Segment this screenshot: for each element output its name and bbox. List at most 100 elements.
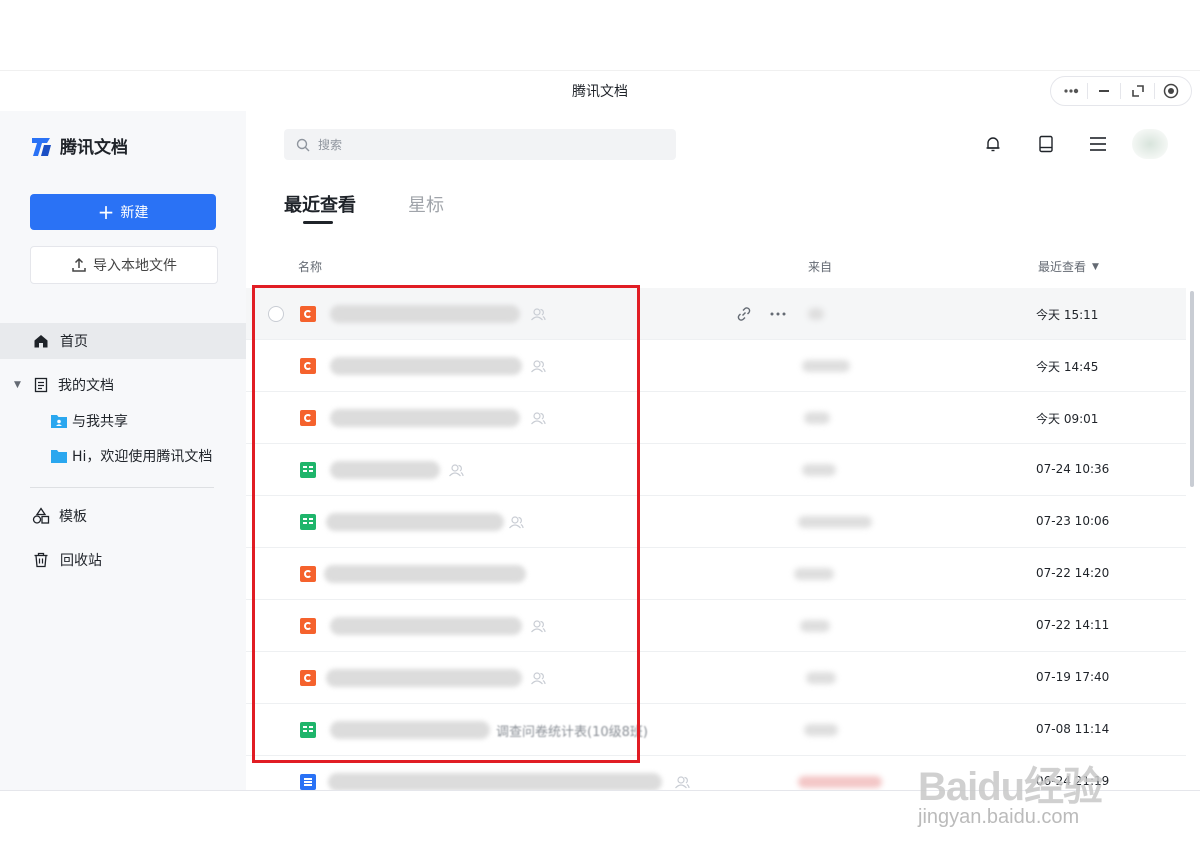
shared-users-icon (531, 412, 546, 425)
sidebar-item-label: 模板 (59, 509, 87, 525)
file-title-redacted[interactable] (326, 513, 504, 531)
file-title-redacted[interactable] (330, 721, 490, 739)
file-owner-redacted (798, 516, 872, 528)
sidebar-item-home[interactable]: 首页 (0, 323, 246, 359)
title-bar: 腾讯文档 (0, 71, 1200, 111)
file-owner-redacted (794, 568, 834, 580)
file-title-redacted[interactable] (324, 565, 526, 583)
sort-desc-icon[interactable]: ▼ (1092, 262, 1099, 272)
file-owner-redacted (798, 776, 882, 788)
column-header-from[interactable]: 来自 (808, 258, 832, 275)
home-icon (32, 332, 50, 350)
table-row[interactable]: 调查问卷统计表(10级8班) 07-08 11:14 (246, 704, 1186, 756)
table-row[interactable]: 今天 15:11 (246, 288, 1186, 340)
tablet-icon[interactable] (1035, 133, 1057, 155)
watermark-site: jingyan.baidu.com (918, 806, 1080, 828)
sheet-file-icon (300, 722, 316, 738)
sidebar-item-label: 与我共享 (72, 414, 128, 430)
tab-starred[interactable]: 星标 (408, 191, 444, 217)
logo[interactable]: 腾讯文档 (30, 133, 128, 158)
sidebar-item-templates[interactable]: 模板 (0, 498, 246, 534)
caret-down-icon[interactable]: ▼ (14, 380, 24, 390)
shared-folder-icon (50, 412, 68, 430)
tab-recent[interactable]: 最近查看 (284, 191, 356, 217)
doc-file-icon (300, 774, 316, 790)
file-owner-redacted (806, 672, 836, 684)
shared-users-icon (509, 516, 524, 529)
file-owner-redacted (804, 412, 830, 424)
sidebar-item-welcome-folder[interactable]: Hi，欢迎使用腾讯文档 (0, 438, 246, 474)
plus-icon: + (97, 200, 115, 224)
file-owner-redacted (808, 308, 824, 320)
slides-file-icon (300, 618, 316, 634)
control-separator (1120, 83, 1122, 99)
file-title-redacted[interactable] (330, 617, 522, 635)
control-separator (1087, 83, 1089, 99)
import-local-file-button[interactable]: 导入本地文件 (30, 246, 218, 284)
window-title: 腾讯文档 (572, 84, 628, 100)
shared-users-icon (531, 672, 546, 685)
file-title-redacted[interactable] (326, 669, 522, 687)
bottom-divider (0, 790, 1200, 791)
last-viewed-time: 07-23 10:06 (1036, 514, 1110, 528)
minimize-icon[interactable] (1092, 79, 1116, 103)
upload-icon (72, 257, 86, 272)
last-viewed-time: 07-08 11:14 (1036, 722, 1110, 736)
table-row[interactable]: 07-23 10:06 (246, 496, 1186, 548)
last-viewed-time: 06-24 21:19 (1036, 774, 1110, 788)
file-title-redacted[interactable] (330, 305, 520, 323)
search-input[interactable]: 搜索 (284, 129, 676, 160)
sidebar-divider (30, 487, 214, 488)
sheet-file-icon (300, 462, 316, 478)
sidebar-item-trash[interactable]: 回收站 (0, 542, 246, 578)
table-row[interactable]: 07-22 14:11 (246, 600, 1186, 652)
sidebar-item-shared-with-me[interactable]: 与我共享 (0, 403, 246, 439)
file-title-redacted[interactable] (328, 773, 662, 790)
link-icon[interactable] (735, 305, 753, 323)
column-header-name[interactable]: 名称 (298, 258, 322, 275)
trash-icon (32, 551, 50, 569)
more-options-icon[interactable] (1059, 79, 1083, 103)
file-title-redacted[interactable] (330, 357, 522, 375)
new-button-label: 新建 (120, 205, 149, 221)
shared-users-icon (531, 308, 546, 321)
table-row[interactable]: 06-24 21:19 (246, 756, 1186, 790)
close-target-icon[interactable] (1159, 79, 1183, 103)
active-tab-indicator (303, 221, 333, 224)
avatar[interactable] (1132, 129, 1168, 159)
file-owner-redacted (802, 360, 850, 372)
file-owner-redacted (802, 464, 836, 476)
window-controls (1050, 76, 1192, 106)
row-checkbox[interactable] (268, 306, 284, 322)
column-header-recent[interactable]: 最近查看 ▼ (1038, 258, 1099, 275)
column-header-recent-label: 最近查看 (1038, 260, 1087, 274)
restore-icon[interactable] (1126, 79, 1150, 103)
file-title-redacted[interactable] (330, 409, 520, 427)
tencent-docs-logo-icon (32, 137, 51, 156)
table-row[interactable]: 今天 09:01 (246, 392, 1186, 444)
last-viewed-time: 07-19 17:40 (1036, 670, 1110, 684)
template-icon (32, 507, 50, 525)
table-row[interactable]: 今天 14:45 (246, 340, 1186, 392)
sidebar-item-my-docs[interactable]: ▼ 我的文档 (0, 367, 246, 403)
last-viewed-time: 今天 09:01 (1036, 412, 1099, 426)
menu-icon[interactable] (1087, 133, 1109, 155)
new-button[interactable]: + 新建 (30, 194, 216, 230)
table-row[interactable]: 07-22 14:20 (246, 548, 1186, 600)
table-row[interactable]: 07-19 17:40 (246, 652, 1186, 704)
sidebar-item-label: 首页 (60, 334, 88, 350)
last-viewed-time: 今天 14:45 (1036, 360, 1099, 374)
last-viewed-time: 07-24 10:36 (1036, 462, 1110, 476)
last-viewed-time: 07-22 14:20 (1036, 566, 1110, 580)
slides-file-icon (300, 410, 316, 426)
scrollbar[interactable] (1190, 291, 1194, 487)
app-window: 腾讯文档 腾讯文档 + 新建 导入本地文件 首页 ▼ 我的文档 与我共享 Hi，… (0, 70, 1200, 790)
file-title-redacted[interactable] (330, 461, 440, 479)
bell-icon[interactable] (982, 133, 1004, 155)
more-actions-icon[interactable] (769, 305, 787, 323)
slides-file-icon (300, 566, 316, 582)
table-row[interactable]: 07-24 10:36 (246, 444, 1186, 496)
sheet-file-icon (300, 514, 316, 530)
sidebar: 腾讯文档 + 新建 导入本地文件 首页 ▼ 我的文档 与我共享 Hi，欢迎使用腾… (0, 111, 246, 790)
file-title-partial[interactable]: 调查问卷统计表(10级8班) (496, 721, 648, 740)
